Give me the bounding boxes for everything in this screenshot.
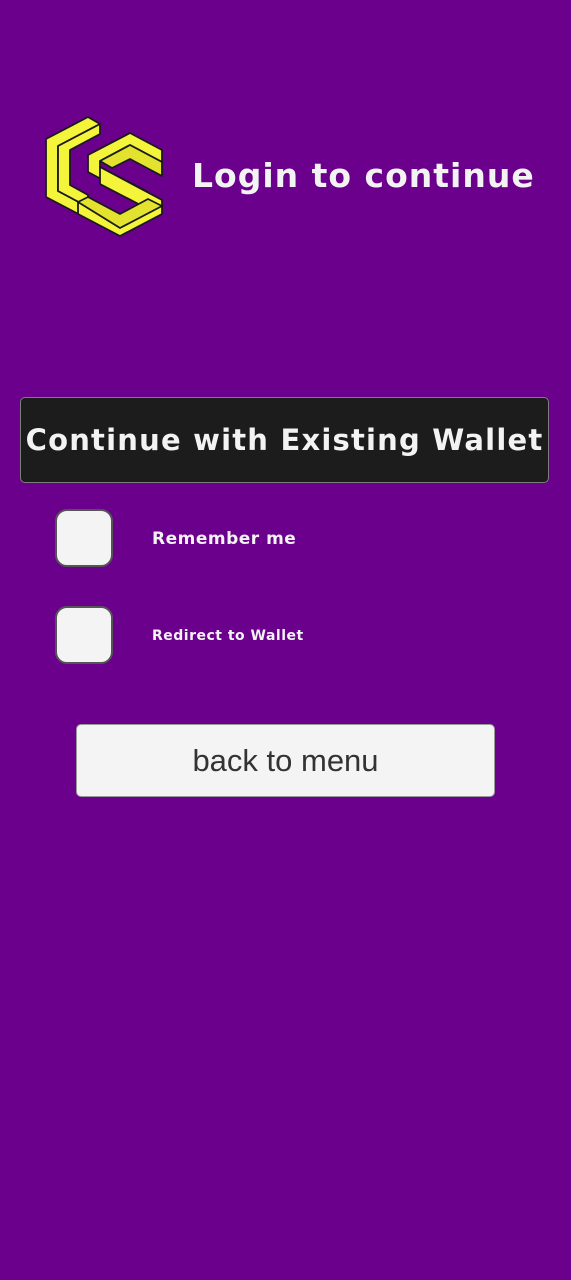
back-to-menu-button[interactable]: back to menu [76,724,495,797]
continue-with-wallet-button[interactable]: Continue with Existing Wallet [20,397,549,483]
redirect-to-wallet-label: Redirect to Wallet [152,628,304,644]
cube-logo-icon [45,116,163,237]
continue-with-wallet-label: Continue with Existing Wallet [25,423,544,457]
remember-me-option: Remember me [55,509,505,569]
back-to-menu-label: back to menu [192,742,379,778]
redirect-to-wallet-option: Redirect to Wallet [55,606,505,666]
remember-me-checkbox[interactable] [55,509,113,567]
remember-me-label: Remember me [152,529,297,549]
login-screen: Login to continue Continue with Existing… [0,0,571,1280]
page-title: Login to continue [192,156,535,195]
redirect-to-wallet-checkbox[interactable] [55,606,113,664]
